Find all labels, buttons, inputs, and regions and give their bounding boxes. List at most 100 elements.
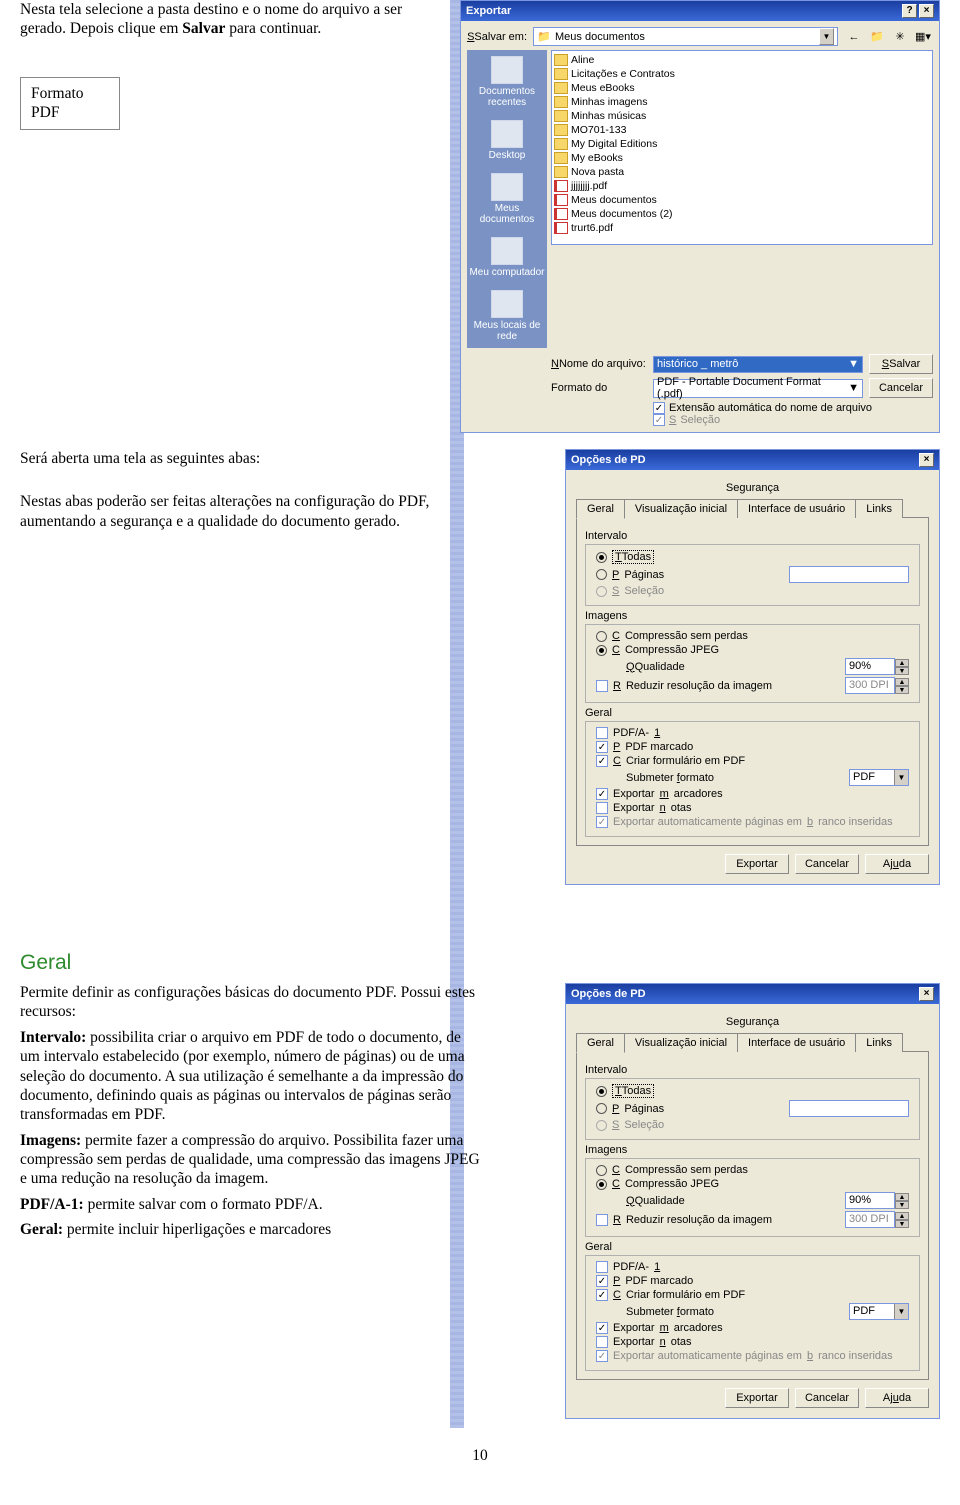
radio-icon — [596, 569, 607, 580]
list-item[interactable]: Meus documentos — [554, 193, 930, 207]
desktop-icon — [491, 120, 523, 148]
format-combo[interactable]: PDF - Portable Document Format (.pdf)▼ — [653, 379, 863, 398]
list-item[interactable]: Aline — [554, 53, 930, 67]
file-list[interactable]: Aline Licitações e Contratos Meus eBooks… — [551, 50, 933, 245]
tab-links[interactable]: Links — [855, 499, 903, 518]
cancel-button[interactable]: Cancelar — [795, 1388, 859, 1408]
list-item[interactable]: trurt6.pdf — [554, 221, 930, 235]
pdfa-checkbox[interactable]: PDF/A-1 — [596, 727, 909, 739]
export-notas-checkbox[interactable]: Exportar notas — [596, 802, 909, 814]
place-recent[interactable]: Documentos recentes — [467, 50, 547, 114]
list-item[interactable]: Licitações e Contratos — [554, 67, 930, 81]
filename-input[interactable]: histórico _ metrô▼ — [653, 356, 863, 373]
radio-todas[interactable]: TTodas — [596, 550, 909, 564]
auto-extension-checkbox[interactable]: ✓Extensão automática do nome de arquivo — [653, 402, 933, 414]
list-item[interactable]: MO701-133 — [554, 123, 930, 137]
close-button[interactable]: × — [919, 987, 934, 1001]
export-button[interactable]: Exportar — [725, 1388, 789, 1408]
list-item[interactable]: Nova pasta — [554, 165, 930, 179]
pdf-marcado-checkbox[interactable]: ✓PPDF marcado — [596, 741, 909, 753]
reduzir-checkbox[interactable]: RReduzir resolução da imagem300 DPI▲▼ — [596, 677, 909, 694]
list-item[interactable]: Minhas músicas — [554, 109, 930, 123]
up-icon[interactable]: 📁 — [867, 28, 887, 46]
list-item[interactable]: My eBooks — [554, 151, 930, 165]
chevron-down-icon[interactable]: ▼ — [848, 382, 859, 394]
tab-security[interactable]: Segurança — [576, 478, 929, 498]
tab-interface[interactable]: Interface de usuário — [737, 499, 856, 518]
save-button[interactable]: SSalvar — [869, 354, 933, 374]
list-item[interactable]: jjjjjjjj.pdf — [554, 179, 930, 193]
quality-spinner[interactable]: 90%▲▼ — [845, 658, 909, 675]
tab-geral[interactable]: Geral — [576, 499, 625, 519]
doc-icon — [491, 56, 523, 84]
place-network[interactable]: Meus locais de rede — [467, 284, 547, 348]
folder-icon — [554, 166, 568, 178]
tab-visualizacao[interactable]: Visualização inicial — [624, 1033, 738, 1052]
titlebar: Opções de PD× — [566, 450, 939, 470]
place-mydocs[interactable]: Meus documentos — [467, 167, 547, 231]
pages-input[interactable] — [789, 1100, 909, 1117]
radio-jpeg[interactable]: CCompressão JPEG — [596, 644, 909, 656]
help-button[interactable]: Ajuda — [865, 854, 929, 874]
place-desktop[interactable]: Desktop — [467, 114, 547, 167]
quality-spinner[interactable]: 90%▲▼ — [845, 1192, 909, 1209]
radio-semperdas[interactable]: CCompressão sem perdas — [596, 1164, 909, 1176]
chevron-down-icon[interactable]: ▼ — [848, 358, 859, 370]
list-item[interactable]: Meus eBooks — [554, 81, 930, 95]
list-item[interactable]: Minhas imagens — [554, 95, 930, 109]
export-notas-checkbox[interactable]: Exportar notas — [596, 1336, 909, 1348]
dialog-title: Exportar — [466, 5, 900, 17]
tab-geral[interactable]: Geral — [576, 1033, 625, 1053]
pdfa-checkbox[interactable]: PDF/A-1 — [596, 1261, 909, 1273]
export-marcadores-checkbox[interactable]: ✓Exportar marcadores — [596, 788, 909, 800]
new-folder-icon[interactable]: ✳ — [890, 28, 910, 46]
cancel-button[interactable]: Cancelar — [795, 854, 859, 874]
chevron-down-icon[interactable]: ▼ — [819, 28, 834, 45]
criar-form-checkbox[interactable]: ✓CCriar formulário em PDF — [596, 1289, 909, 1301]
save-in-value: Meus documentos — [555, 31, 819, 43]
radio-paginas[interactable]: PPáginas — [596, 1100, 909, 1117]
tab-visualizacao[interactable]: Visualização inicial — [624, 499, 738, 518]
export-marcadores-checkbox[interactable]: ✓Exportar marcadores — [596, 1322, 909, 1334]
list-item[interactable]: My Digital Editions — [554, 137, 930, 151]
pages-input[interactable] — [789, 566, 909, 583]
folder-icon — [554, 54, 568, 66]
radio-icon — [596, 1179, 607, 1190]
fieldset-label-intervalo: Intervalo — [585, 1064, 920, 1076]
cancel-button[interactable]: Cancelar — [869, 378, 933, 398]
auto-blank-checkbox: ✓Exportar automaticamente páginas em bra… — [596, 816, 909, 828]
save-in-combo[interactable]: 📁 Meus documentos ▼ — [533, 27, 838, 46]
folder-icon — [554, 152, 568, 164]
reduzir-checkbox[interactable]: RReduzir resolução da imagem300 DPI▲▼ — [596, 1211, 909, 1228]
titlebar: Opções de PD× — [566, 984, 939, 1004]
fieldset-label-intervalo: Intervalo — [585, 530, 920, 542]
help-button[interactable]: Ajuda — [865, 1388, 929, 1408]
pdf-marcado-checkbox[interactable]: ✓PPDF marcado — [596, 1275, 909, 1287]
close-button[interactable]: × — [919, 4, 934, 18]
tab-security[interactable]: Segurança — [576, 1012, 929, 1032]
radio-semperdas[interactable]: CCompressão sem perdas — [596, 630, 909, 642]
back-icon[interactable]: ← — [844, 28, 864, 46]
chevron-down-icon: ▼ — [894, 1304, 908, 1319]
submeter-select[interactable]: PDF▼ — [849, 769, 909, 786]
export-button[interactable]: Exportar — [725, 854, 789, 874]
checkbox-icon: ✓ — [653, 414, 665, 426]
folder-icon — [554, 110, 568, 122]
radio-todas[interactable]: TTodas — [596, 1084, 909, 1098]
radio-paginas[interactable]: PPáginas — [596, 566, 909, 583]
help-button[interactable]: ? — [902, 4, 917, 18]
tab-links[interactable]: Links — [855, 1033, 903, 1052]
fieldset-label-geral: Geral — [585, 707, 920, 719]
radio-jpeg[interactable]: CCompressão JPEG — [596, 1178, 909, 1190]
tab-interface[interactable]: Interface de usuário — [737, 1033, 856, 1052]
dialog-title: Opções de PD — [571, 454, 917, 466]
submeter-label: Submeter formato — [626, 772, 714, 784]
qualidade-label: QQualidade — [626, 661, 685, 673]
list-item[interactable]: Meus documentos (2) — [554, 207, 930, 221]
submeter-select[interactable]: PDF▼ — [849, 1303, 909, 1320]
format-label: Formato do — [551, 382, 647, 394]
criar-form-checkbox[interactable]: ✓CCriar formulário em PDF — [596, 755, 909, 767]
place-computer[interactable]: Meu computador — [467, 231, 547, 284]
close-button[interactable]: × — [919, 453, 934, 467]
views-icon[interactable]: ▦▾ — [913, 28, 933, 46]
